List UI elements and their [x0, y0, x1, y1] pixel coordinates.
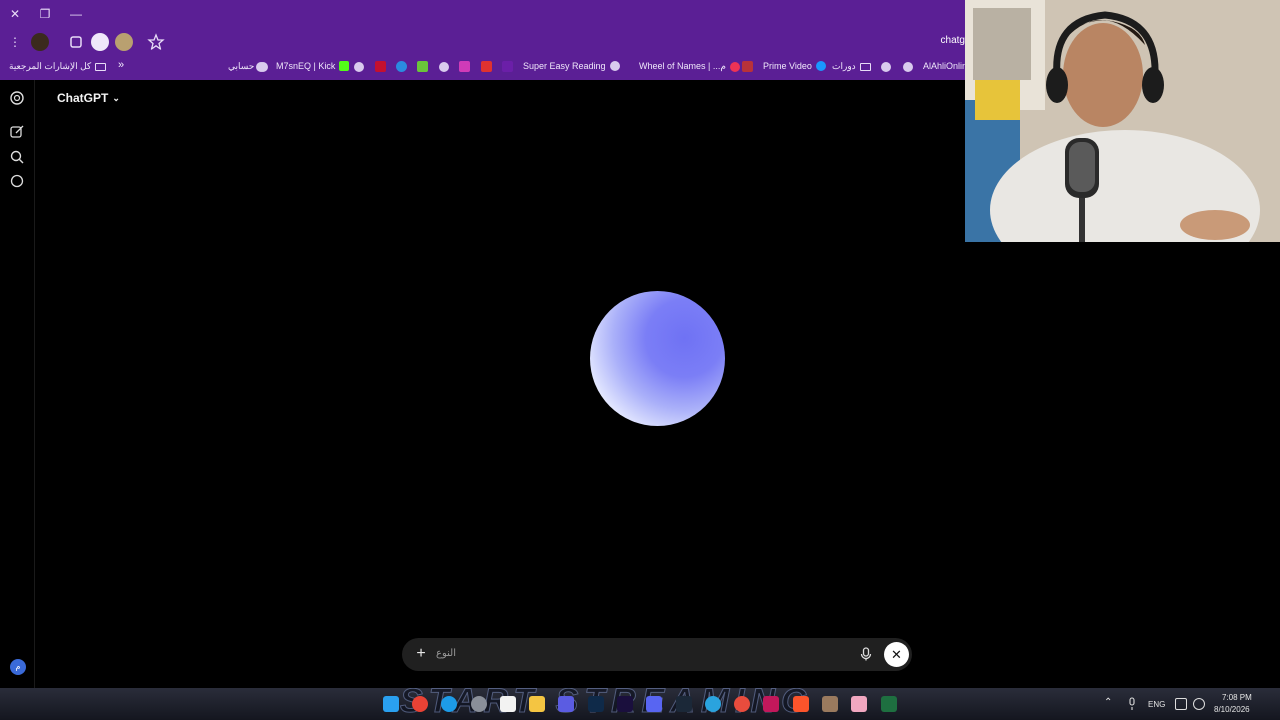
bookmark-label: Super Easy Reading — [523, 61, 606, 71]
clock-date[interactable]: 8/10/2026 — [1214, 705, 1250, 714]
search-icon[interactable] — [9, 149, 25, 165]
store-icon[interactable] — [500, 696, 516, 712]
bookmark-item[interactable]: دورات — [832, 61, 871, 72]
wheel-icon — [729, 61, 740, 72]
bookmark-item[interactable]: Wheel of Names | ...م — [639, 61, 740, 72]
openai-logo-icon[interactable] — [9, 90, 25, 106]
new-chat-icon[interactable] — [9, 124, 25, 140]
telegram-icon[interactable] — [705, 696, 721, 712]
star-bookmark-icon[interactable] — [147, 33, 165, 51]
address-bar-url[interactable]: chatg — [941, 35, 965, 46]
bookmark-item[interactable]: AlAhliOnline — [923, 61, 965, 71]
microphone-tray-icon[interactable] — [1126, 697, 1138, 711]
discord-icon[interactable] — [646, 696, 662, 712]
profile-extension-icon[interactable] — [115, 33, 133, 51]
download-site-icon[interactable] — [417, 61, 428, 72]
edge-site-icon[interactable] — [396, 61, 407, 72]
premiere-icon[interactable] — [617, 696, 633, 712]
volume-icon[interactable] — [1193, 698, 1205, 710]
bookmark-label: حسابي — [228, 61, 255, 71]
red-site-icon[interactable] — [742, 61, 753, 72]
globe-icon[interactable] — [903, 62, 913, 72]
chevron-down-icon: ⌄ — [112, 92, 120, 103]
puzzle-extensions-icon[interactable] — [67, 33, 85, 51]
chrome-icon[interactable] — [412, 696, 428, 712]
red-site-icon[interactable] — [375, 61, 386, 72]
brave-icon[interactable] — [793, 696, 809, 712]
folder-icon — [95, 62, 107, 71]
pink-site-icon[interactable] — [459, 61, 470, 72]
all-bookmarks-label: كل الإشارات المرجعية — [9, 61, 92, 71]
shield-extension-icon[interactable] — [91, 33, 109, 51]
edge-icon[interactable] — [441, 696, 457, 712]
webcam-overlay — [965, 0, 1280, 242]
file-explorer-icon[interactable] — [529, 696, 545, 712]
voice-mode-orb — [590, 291, 725, 426]
purple-site-icon[interactable] — [502, 61, 513, 72]
network-icon[interactable] — [1175, 698, 1187, 710]
bookmark-item[interactable]: Prime Video — [763, 61, 826, 71]
bookmark-label: M7snEQ | Kick — [276, 61, 336, 71]
add-attachment-button[interactable]: + — [412, 645, 430, 663]
obs-icon[interactable] — [471, 696, 487, 712]
bookmark-label: AlAhliOnline — [923, 61, 965, 71]
affinity-icon[interactable] — [763, 696, 779, 712]
stream-banner-text: START STREAMING — [400, 688, 814, 720]
browser-toolbar: ⋮ chatg — [0, 28, 965, 56]
end-voice-button[interactable]: ✕ — [884, 642, 909, 667]
globe-icon[interactable] — [354, 62, 364, 72]
app-icon[interactable] — [851, 696, 867, 712]
extension-icon[interactable] — [31, 33, 49, 51]
model-label: ChatGPT — [57, 91, 109, 105]
app-icon[interactable] — [822, 696, 838, 712]
bookmark-label: دورات — [832, 61, 856, 71]
model-picker[interactable]: ChatGPT ⌄ — [57, 91, 120, 105]
close-window-icon[interactable]: ✕ — [5, 4, 25, 24]
photoshop-icon[interactable] — [588, 696, 604, 712]
media-player-icon[interactable] — [558, 696, 574, 712]
composer-input[interactable]: النوع — [436, 648, 456, 659]
bookmark-label: Wheel of Names | ...م — [639, 61, 726, 71]
globe-icon[interactable] — [881, 62, 891, 72]
globe-icon[interactable] — [439, 62, 449, 72]
adobe-site-icon[interactable] — [481, 61, 492, 72]
globe-icon — [609, 61, 620, 71]
windows-taskbar: START STREAMING ⌃ ENG 7:08 PM 8/10/2026 — [0, 688, 1280, 720]
language-indicator[interactable]: ENG — [1148, 700, 1165, 709]
chat-sidebar — [0, 80, 35, 688]
restore-window-icon[interactable]: ❐ — [35, 4, 55, 24]
kick-icon — [339, 61, 350, 71]
prime-video-icon — [815, 61, 826, 71]
more-bookmarks-icon[interactable]: » — [118, 59, 124, 71]
globe-icon[interactable] — [256, 62, 266, 72]
microphone-icon[interactable] — [858, 646, 874, 662]
folder-icon — [859, 62, 871, 71]
tray-overflow-icon[interactable]: ⌃ — [1104, 697, 1112, 708]
app-icon[interactable] — [734, 696, 750, 712]
voice-composer: + النوع ✕ — [402, 638, 912, 671]
clock-time[interactable]: 7:08 PM — [1222, 693, 1252, 702]
minimize-window-icon[interactable]: — — [66, 4, 86, 24]
steam-icon[interactable] — [676, 696, 692, 712]
all-bookmarks-folder[interactable]: كل الإشارات المرجعية — [9, 61, 107, 72]
bookmark-label: Prime Video — [763, 61, 812, 71]
screen: ✕ ❐ — ⋮ chatg كل الإشارات المرجعية » حسا… — [0, 0, 1280, 720]
chat-bubble-icon[interactable] — [9, 173, 25, 189]
bookmark-item[interactable]: Super Easy Reading — [523, 61, 620, 71]
windows-start-icon[interactable] — [383, 696, 399, 712]
avatar[interactable]: م — [10, 659, 26, 675]
bookmark-item[interactable]: M7snEQ | Kick — [276, 61, 350, 71]
excel-icon[interactable] — [881, 696, 897, 712]
menu-kebab-icon[interactable]: ⋮ — [5, 32, 25, 52]
browser-titlebar: ✕ ❐ — — [0, 0, 965, 28]
